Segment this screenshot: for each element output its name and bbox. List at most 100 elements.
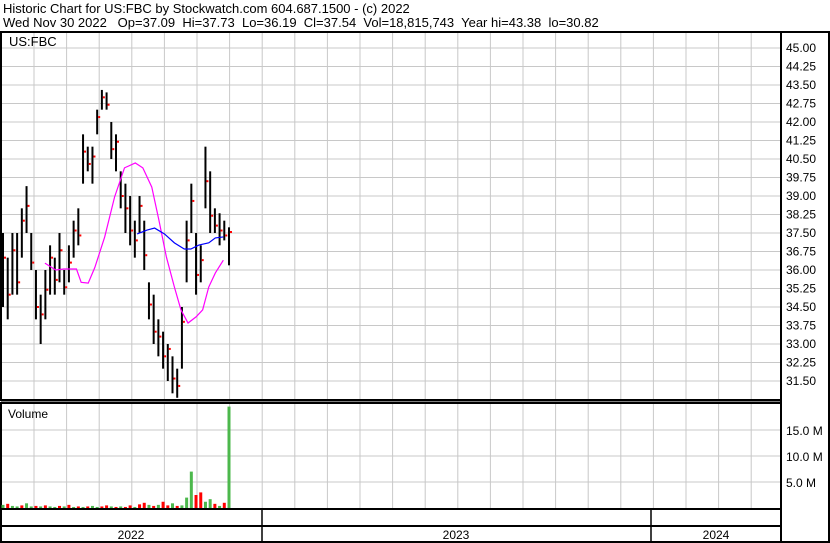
close-tick [46, 288, 49, 291]
price-tick-label: 33.00 [786, 337, 816, 351]
close-tick [225, 234, 228, 237]
close-tick [32, 261, 35, 264]
close-tick [178, 384, 181, 387]
close-tick [18, 281, 21, 284]
close-tick [192, 199, 195, 202]
price-tick-label: 36.00 [786, 263, 816, 277]
volume-bar [72, 506, 76, 508]
close-tick [60, 249, 63, 252]
volume-bar [1, 504, 5, 508]
volume-bar [185, 497, 189, 508]
volume-label: Volume [8, 407, 48, 421]
volume-bar [213, 503, 217, 508]
price-tick-label: 44.25 [786, 60, 816, 74]
volume-bar [109, 506, 113, 508]
price-tick-label: 39.75 [786, 171, 816, 185]
close-tick [145, 254, 148, 257]
close-tick [149, 303, 152, 306]
stock-chart: Historic Chart for US:FBC by Stockwatch.… [0, 0, 830, 543]
year-label: 2022 [118, 528, 145, 542]
year-label: 2023 [443, 528, 470, 542]
close-tick [27, 204, 30, 207]
close-tick [41, 313, 44, 316]
close-tick [69, 261, 72, 264]
close-tick [187, 239, 190, 242]
volume-tick-label: 5.0 M [786, 476, 816, 490]
volume-bar [100, 506, 104, 508]
symbol-label: US:FBC [9, 34, 57, 49]
price-tick-label: 36.75 [786, 245, 816, 259]
chart-canvas: 45.00 44.25 43.50 42.75 42.00 41.25 40.50 39.75… [0, 31, 830, 543]
volume-bar [171, 503, 174, 508]
volume-bar [48, 506, 52, 508]
volume-bar [218, 505, 222, 508]
price-tick-label: 31.50 [786, 374, 816, 388]
close-tick [102, 96, 105, 99]
close-tick [230, 231, 232, 234]
price-tick-label: 45.00 [786, 41, 816, 55]
close-tick [84, 150, 87, 153]
close-tick [98, 116, 101, 119]
volume-bar [161, 501, 165, 508]
close-tick [126, 207, 129, 210]
close-tick [88, 162, 91, 165]
volume-bar [67, 504, 71, 508]
close-tick [131, 229, 134, 232]
volume-bar [114, 506, 118, 508]
price-tick-label: 42.00 [786, 115, 816, 129]
volume-bar [208, 499, 212, 508]
close-tick [173, 377, 176, 380]
close-tick [121, 195, 124, 197]
volume-bar [189, 471, 193, 508]
volume-bar [128, 505, 132, 508]
close-tick [182, 320, 185, 323]
price-tick-label: 33.75 [786, 319, 816, 333]
volume-bar [90, 505, 94, 508]
volume-bar [180, 505, 184, 508]
price-tick-label: 34.50 [786, 300, 816, 314]
price-tick-label: 32.25 [786, 356, 816, 370]
price-tick-label: 42.75 [786, 97, 816, 111]
close-tick [93, 155, 96, 158]
volume-bar [10, 505, 14, 508]
volume-bar [203, 501, 207, 508]
price-tick-label: 40.50 [786, 152, 816, 166]
volume-bar [152, 505, 156, 508]
volume-bar [53, 506, 57, 508]
price-tick-label: 35.25 [786, 282, 816, 296]
volume-bar [119, 506, 123, 508]
close-tick [168, 347, 171, 350]
close-tick [107, 103, 110, 106]
close-tick [206, 180, 209, 183]
close-tick [197, 273, 200, 276]
close-tick [79, 234, 82, 237]
close-tick [4, 256, 6, 259]
close-tick [74, 229, 77, 232]
volume-bar [29, 506, 33, 508]
close-tick [201, 259, 204, 262]
timeline-strip [0, 508, 782, 527]
volume-bar [6, 503, 10, 508]
price-panel-frame [0, 31, 782, 401]
close-tick [140, 204, 143, 207]
price-tick-label: 38.25 [786, 208, 816, 222]
volume-bar [76, 506, 80, 508]
volume-bar [123, 506, 127, 508]
volume-bar [175, 505, 179, 508]
price-tick-label: 37.50 [786, 226, 816, 240]
close-tick [112, 148, 115, 151]
volume-tick-label: 10.0 M [786, 450, 823, 464]
volume-bar [194, 495, 198, 508]
close-tick [8, 293, 11, 296]
close-tick [211, 214, 214, 217]
close-tick [154, 330, 157, 333]
price-tick-label: 43.50 [786, 78, 816, 92]
close-tick [65, 286, 68, 289]
close-tick [164, 355, 167, 358]
close-tick [36, 306, 39, 308]
volume-bar [133, 506, 137, 508]
volume-bar [43, 505, 47, 508]
volume-tick-label: 15.0 M [786, 424, 823, 438]
close-tick [13, 249, 16, 252]
volume-bar [138, 504, 142, 508]
